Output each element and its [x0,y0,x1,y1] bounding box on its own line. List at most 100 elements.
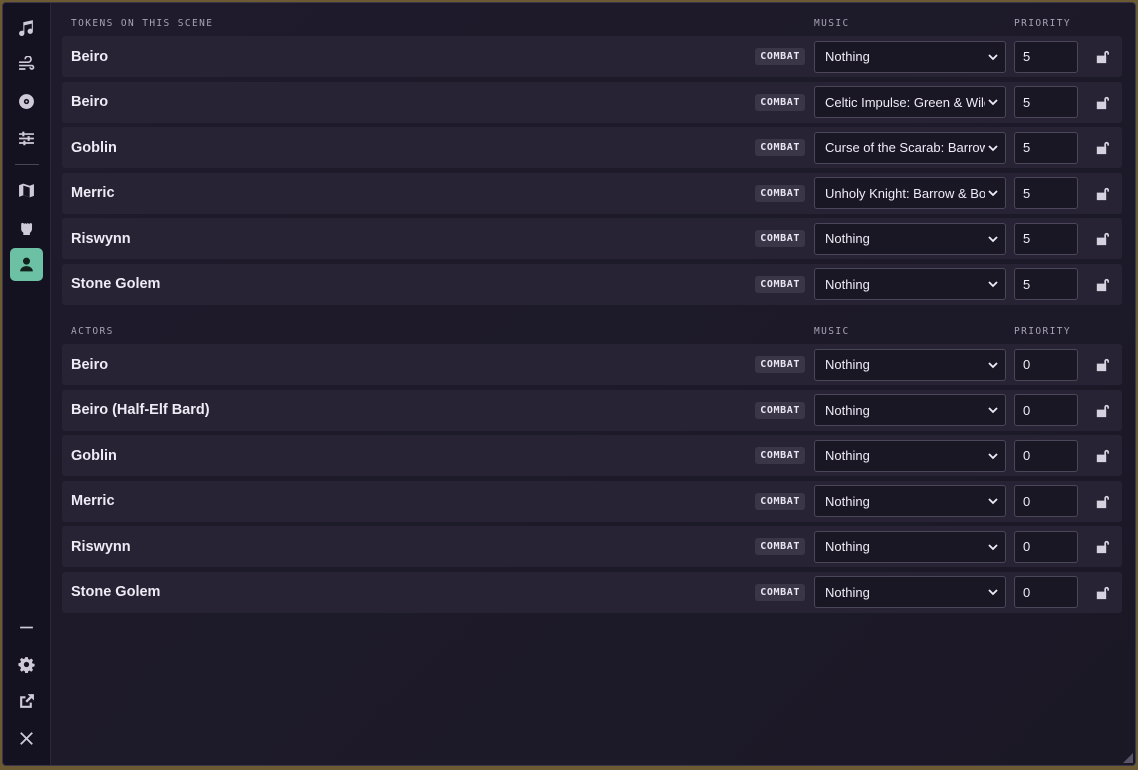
music-select-value: Nothing [825,357,870,372]
entity-name: Merric [71,185,115,201]
music-select-value: Curse of the Scarab: Barrow [825,140,985,155]
music-select[interactable]: Nothing [814,394,1006,426]
section-title: TOKENS ON THIS SCENE [71,17,214,29]
sidebar [3,3,51,765]
unlock-icon[interactable] [1086,394,1116,426]
combat-badge[interactable]: COMBAT [755,356,805,373]
chevron-down-icon [988,53,998,60]
entity-name: Riswynn [71,230,131,247]
unlock-icon[interactable] [1086,485,1116,517]
chevron-down-icon [988,99,998,106]
music-select-value: Nothing [825,539,870,554]
priority-input[interactable]: 5 [1014,177,1078,209]
sliders-icon[interactable] [10,122,43,155]
combat-badge[interactable]: COMBAT [755,275,805,293]
combat-badge[interactable]: COMBAT [755,447,805,464]
tokens-section: TOKENS ON THIS SCENE MUSIC PRIORITY Beir… [62,13,1122,305]
music-select-value: Nothing [825,402,870,418]
map-icon[interactable] [10,174,43,207]
priority-input[interactable]: 0 [1014,348,1078,381]
external-link-icon[interactable] [10,685,43,718]
gear-icon[interactable] [10,648,43,681]
priority-input[interactable]: 0 [1014,394,1078,426]
priority-input[interactable]: 5 [1014,86,1078,118]
music-select[interactable]: Nothing [814,530,1006,563]
entity-name: Stone Golem [71,584,161,600]
resize-handle-icon[interactable] [1121,751,1133,763]
music-select[interactable]: Unholy Knight: Barrow & Bo [814,177,1006,209]
entity-name: Riswynn [71,538,131,555]
priority-input[interactable]: 0 [1014,439,1078,472]
chevron-down-icon [988,235,998,242]
music-select[interactable]: Nothing [814,439,1006,472]
music-select[interactable]: Nothing [814,485,1006,517]
priority-column-header: PRIORITY [1014,17,1071,29]
soundscape-window: TOKENS ON THIS SCENE MUSIC PRIORITY Beir… [2,2,1136,766]
music-select[interactable]: Curse of the Scarab: Barrow [814,131,1006,164]
unlock-icon[interactable] [1086,223,1116,255]
list-item: Beiro COMBAT Nothing 0 [62,344,1122,385]
music-select[interactable]: Nothing [814,348,1006,381]
combat-badge[interactable]: COMBAT [755,401,805,419]
list-item: Merric COMBAT Nothing 0 [62,480,1122,522]
music-select-value: Nothing [825,584,870,600]
entity-name: Beiro [71,94,109,110]
close-icon[interactable] [10,722,43,755]
combat-badge[interactable]: COMBAT [755,492,805,510]
music-select[interactable]: Nothing [814,222,1006,255]
chevron-down-icon [988,452,998,459]
priority-input[interactable]: 5 [1014,40,1078,73]
priority-input[interactable]: 5 [1014,268,1078,300]
fist-icon[interactable] [10,211,43,244]
unlock-icon[interactable] [1086,349,1116,381]
list-item: Riswynn COMBAT Nothing 0 [62,526,1122,567]
unlock-icon[interactable] [1086,531,1116,563]
unlock-icon[interactable] [1086,41,1116,73]
vinyl-icon[interactable] [10,85,43,118]
music-select-value: Nothing [825,493,870,509]
combat-badge[interactable]: COMBAT [755,230,805,247]
music-icon[interactable] [10,11,43,44]
music-select[interactable]: Nothing [814,40,1006,73]
music-column-header: MUSIC [814,17,850,29]
list-item: Beiro (Half-Elf Bard) COMBAT Nothing 0 [62,389,1122,431]
combat-badge[interactable]: COMBAT [755,583,805,601]
music-select-value: Nothing [825,231,870,246]
unlock-icon[interactable] [1086,576,1116,608]
list-item: Beiro COMBAT Nothing 5 [62,36,1122,77]
music-select[interactable]: Nothing [814,576,1006,608]
entity-name: Merric [71,493,115,509]
priority-input[interactable]: 5 [1014,131,1078,164]
priority-input[interactable]: 0 [1014,576,1078,608]
combat-badge[interactable]: COMBAT [755,139,805,156]
priority-input[interactable]: 5 [1014,222,1078,255]
chevron-down-icon [988,361,998,368]
entity-name: Beiro [71,356,109,373]
list-item: Beiro COMBAT Celtic Impulse: Green & Wil… [62,81,1122,123]
priority-input[interactable]: 0 [1014,485,1078,517]
unlock-icon[interactable] [1086,177,1116,209]
unlock-icon[interactable] [1086,268,1116,300]
music-select[interactable]: Nothing [814,268,1006,300]
minimize-icon[interactable] [10,611,43,644]
entity-name: Beiro (Half-Elf Bard) [71,402,210,418]
unlock-icon[interactable] [1086,86,1116,118]
chevron-down-icon [988,144,998,151]
list-item: Stone Golem COMBAT Nothing 0 [62,571,1122,613]
combat-badge[interactable]: COMBAT [755,48,805,65]
music-select[interactable]: Celtic Impulse: Green & Wild [814,86,1006,118]
unlock-icon[interactable] [1086,132,1116,164]
unlock-icon[interactable] [1086,440,1116,472]
music-select-value: Nothing [825,276,870,292]
combat-badge[interactable]: COMBAT [755,184,805,202]
chevron-down-icon [988,543,998,550]
combat-badge[interactable]: COMBAT [755,538,805,555]
list-item: Goblin COMBAT Nothing 0 [62,435,1122,476]
chevron-down-icon [988,281,998,288]
user-icon[interactable] [10,248,43,281]
combat-badge[interactable]: COMBAT [755,93,805,111]
priority-input[interactable]: 0 [1014,530,1078,563]
wind-icon[interactable] [10,48,43,81]
music-select-value: Unholy Knight: Barrow & Bo [825,185,985,201]
music-column-header: MUSIC [814,325,850,337]
